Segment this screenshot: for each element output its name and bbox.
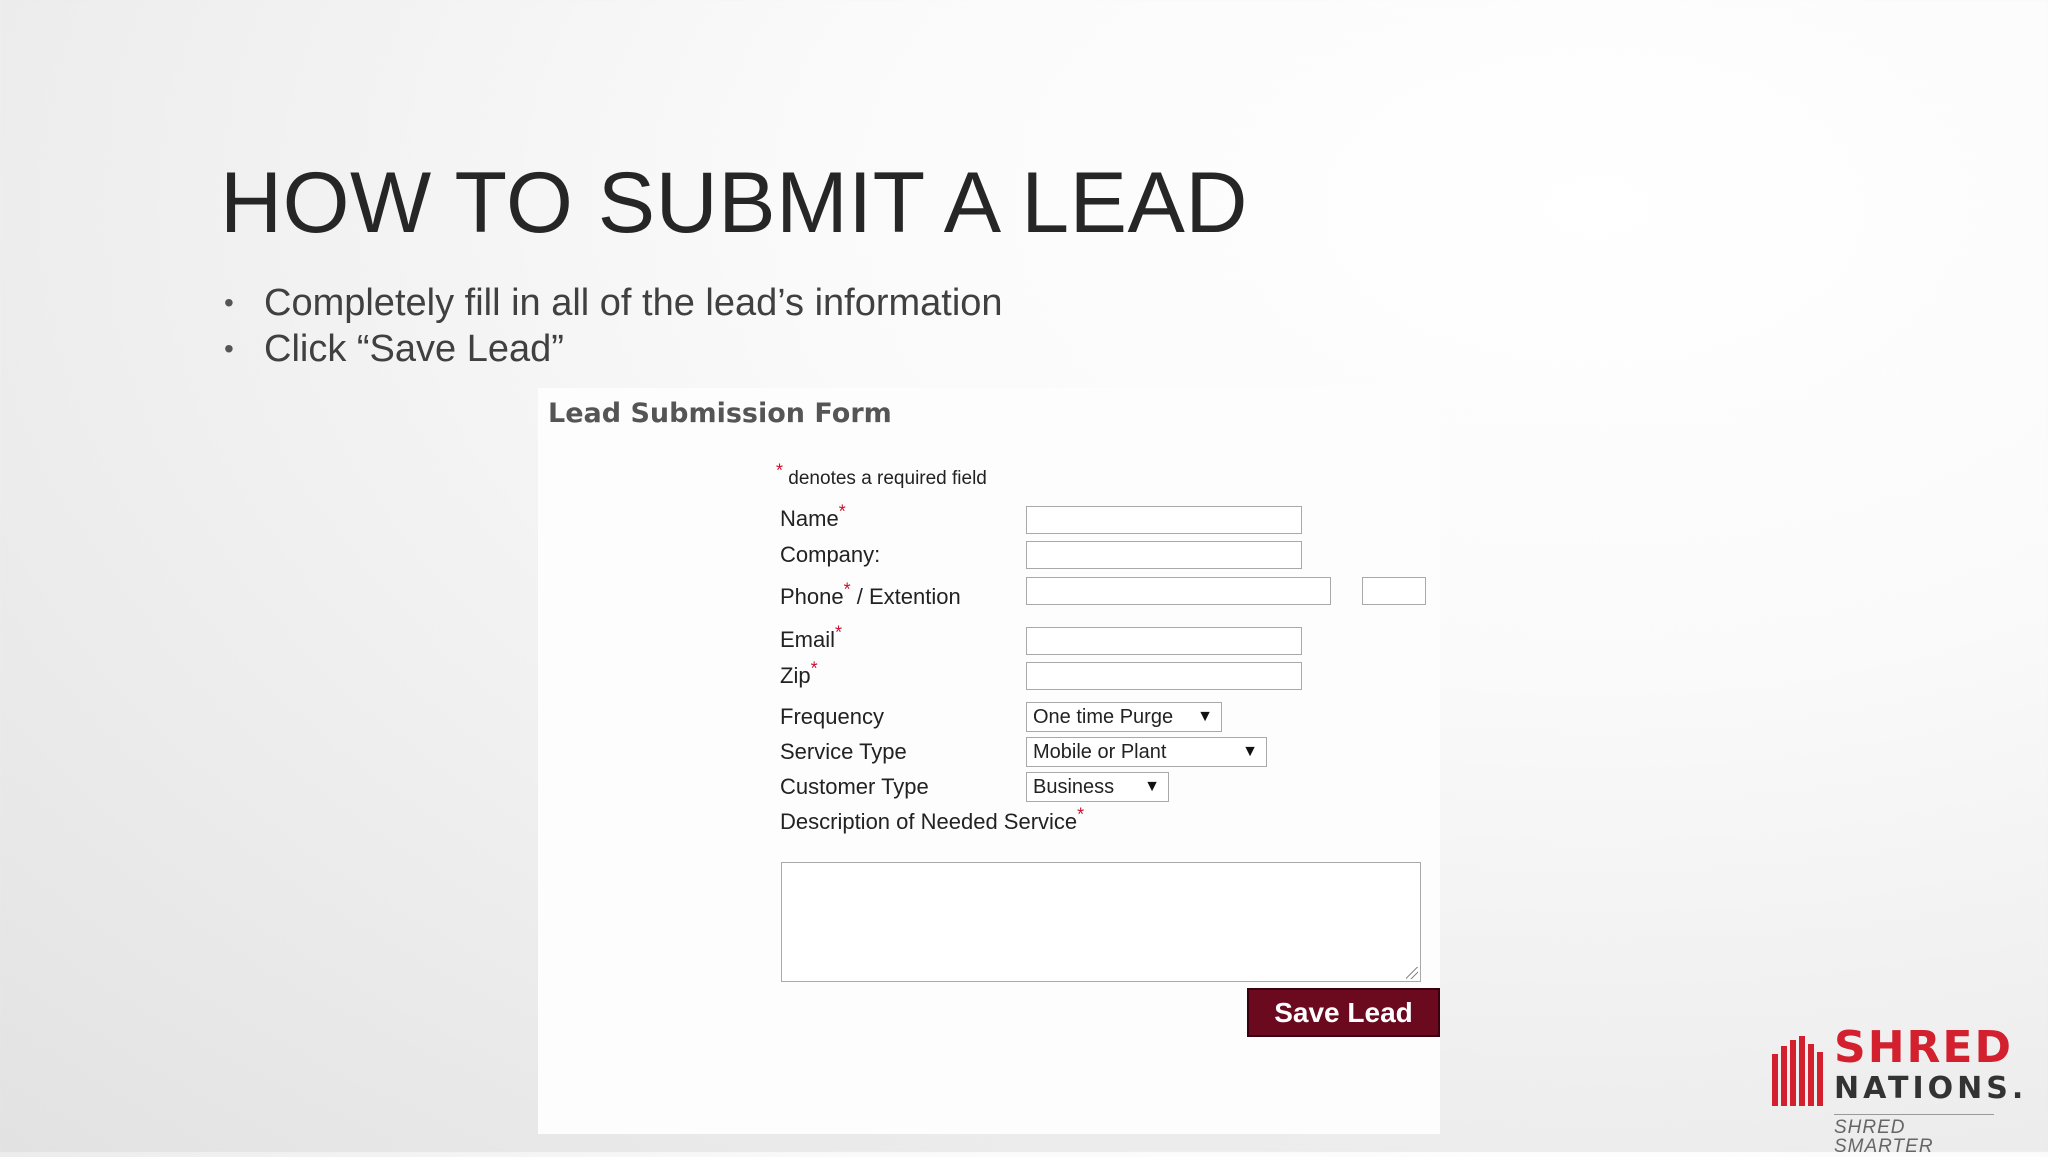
customer-type-label: Customer Type — [780, 774, 929, 799]
service-type-label: Service Type — [780, 739, 907, 764]
required-note: * denotes a required field — [776, 462, 987, 490]
email-label: Email* — [780, 622, 843, 652]
required-star: * — [810, 658, 818, 679]
phone-field[interactable] — [1026, 577, 1331, 605]
extension-field[interactable] — [1362, 577, 1426, 605]
description-label: Description of Needed Service* — [780, 804, 1085, 834]
required-star: * — [1077, 804, 1085, 825]
required-star: * — [835, 622, 843, 643]
required-star: * — [838, 501, 846, 522]
dropdown-arrow-icon: ▼ — [1144, 778, 1160, 795]
dropdown-arrow-icon: ▼ — [1197, 708, 1213, 725]
logo-divider — [1834, 1114, 1994, 1115]
instruction-item: Click “Save Lead” — [220, 326, 1003, 372]
phone-label: Phone* / Extention — [780, 579, 961, 609]
shredder-bars-icon — [1772, 1036, 1823, 1106]
lead-submission-form: Lead Submission Form * denotes a require… — [538, 388, 1440, 1134]
instruction-item: Completely fill in all of the lead’s inf… — [220, 280, 1003, 326]
slide-title: HOW TO SUBMIT A LEAD — [220, 155, 1248, 251]
frequency-label: Frequency — [780, 704, 884, 729]
form-title: Lead Submission Form — [548, 398, 892, 429]
shred-nations-logo: SHRED NATIONS. SHRED SMARTER — [1770, 1026, 2023, 1156]
company-label: Company: — [780, 542, 881, 567]
dropdown-arrow-icon: ▼ — [1242, 743, 1258, 760]
company-field[interactable] — [1026, 541, 1302, 569]
frequency-selected-value: One time Purge — [1033, 706, 1174, 728]
customer-type-select[interactable]: Business ▼ — [1026, 772, 1169, 802]
description-textarea[interactable] — [781, 862, 1421, 982]
service-type-selected-value: Mobile or Plant — [1033, 741, 1167, 763]
logo-wordmark-nations: NATIONS. — [1834, 1071, 2028, 1106]
name-label: Name* — [780, 501, 846, 531]
logo-tagline: SHRED SMARTER — [1834, 1117, 1934, 1157]
required-note-text: denotes a required field — [788, 468, 987, 489]
logo-wordmark-shred: SHRED — [1834, 1022, 2013, 1073]
extension-label: / Extention — [856, 584, 961, 609]
required-star: * — [843, 579, 851, 600]
zip-label: Zip* — [780, 658, 818, 688]
service-type-select[interactable]: Mobile or Plant ▼ — [1026, 737, 1267, 767]
name-field[interactable] — [1026, 506, 1302, 534]
email-field[interactable] — [1026, 627, 1302, 655]
frequency-select[interactable]: One time Purge ▼ — [1026, 702, 1222, 732]
resize-handle-icon[interactable] — [1406, 967, 1418, 979]
instruction-list: Completely fill in all of the lead’s inf… — [220, 280, 1003, 372]
save-lead-button[interactable]: Save Lead — [1247, 988, 1440, 1037]
customer-type-selected-value: Business — [1033, 776, 1115, 798]
zip-field[interactable] — [1026, 662, 1302, 690]
required-star: * — [776, 460, 784, 481]
